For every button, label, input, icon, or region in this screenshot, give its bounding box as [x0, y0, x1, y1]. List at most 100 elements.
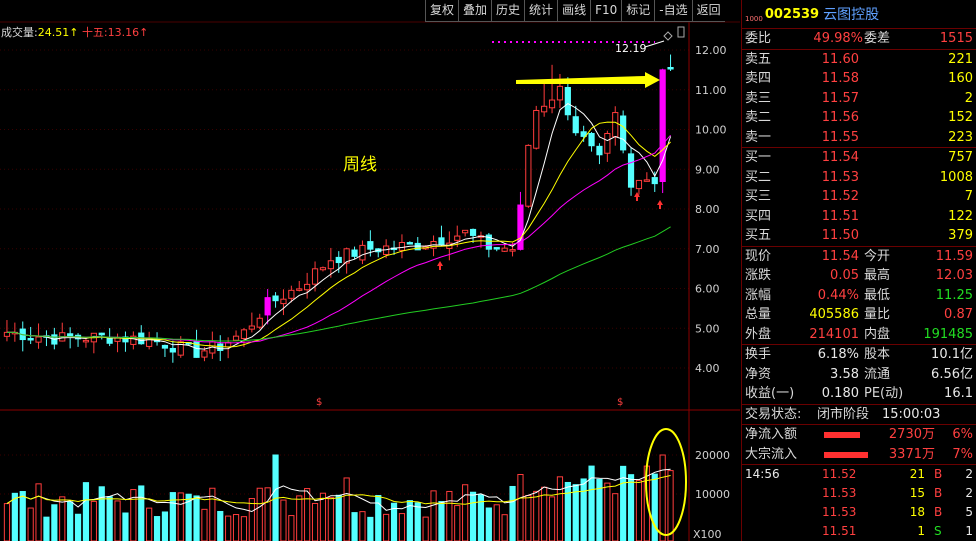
toolbar-diejia-button[interactable]: 叠加	[458, 0, 492, 22]
fundamental-value: 16.1	[944, 386, 973, 401]
sell-volume: 160	[948, 71, 973, 86]
volume-bar	[232, 514, 240, 541]
candle-body	[335, 256, 342, 264]
buy-order-row: 买三 11.52 7	[742, 187, 976, 207]
tick-price: 11.52	[822, 467, 857, 481]
toolbar-f10-button[interactable]: F10	[590, 0, 622, 22]
candle-body	[161, 344, 169, 349]
candle-body	[438, 237, 445, 246]
volume-bar	[106, 496, 113, 541]
flow-pct: 7%	[952, 446, 973, 462]
sell-price: 11.55	[821, 129, 859, 145]
tick-list[interactable]: 14:56 11.52 21 B 2 11.53 15 B 2 11.53 18 B 5 11.51 1 S 1	[742, 465, 976, 541]
tick-price: 11.53	[822, 486, 857, 500]
flow-value: 3371万	[888, 446, 935, 462]
sell-level-label: 卖一	[745, 129, 772, 145]
sell-volume: 221	[948, 51, 973, 67]
toolbar-tongji-button[interactable]: 统计	[524, 0, 558, 22]
volume-bar	[82, 482, 90, 541]
stat-value: 11.54	[821, 248, 859, 264]
price-axis-label: 4.00	[695, 362, 720, 375]
price-axis-label: 8.00	[695, 203, 720, 216]
up-arrow-icon: ↑	[69, 26, 79, 39]
volume-bar	[398, 513, 406, 541]
trade-status-label: 交易状态:	[745, 406, 802, 422]
candle-body	[169, 347, 176, 353]
toolbar: 复权 叠加 历史 统计 画线 F10 标记 -自选 返回	[425, 0, 725, 22]
candle-body	[509, 249, 516, 252]
volume-bar	[74, 513, 82, 541]
candle-body	[667, 67, 674, 70]
sell-level-label: 卖二	[745, 110, 772, 125]
volume-bar	[225, 515, 232, 541]
volume-bar	[161, 511, 169, 541]
stock-name[interactable]: 云图控股	[823, 4, 879, 24]
stat-value: 11.25	[935, 287, 973, 303]
volume-axis-label: 10000	[695, 488, 730, 501]
weekly-candlestick-chart[interactable]: 12.00 11.00 10.00 9.00 8.00 7.00 6.00 5.00 4.00 1…	[0, 0, 740, 541]
candle-body	[454, 235, 461, 241]
weibi-value: 49.98%	[813, 31, 863, 46]
fundamental-value: 6.56亿	[931, 366, 973, 382]
candle-body	[501, 247, 508, 252]
toolbar-zixuan-button[interactable]: -自选	[654, 0, 692, 22]
stat-value: 0.05	[830, 268, 859, 283]
kline-chart-area[interactable]: 12.00 11.00 10.00 9.00 8.00 7.00 6.00 5.00 4.00 1…	[0, 0, 740, 541]
candle-body	[525, 144, 532, 207]
flow-pct: 6%	[952, 427, 973, 442]
fundamental-value: 6.18%	[817, 347, 859, 362]
fundamental-label: 流通	[864, 366, 891, 382]
ma60-line	[7, 226, 671, 342]
tick-volume: 21	[909, 467, 925, 481]
buy-level-label: 买五	[745, 228, 772, 243]
volume-bar	[367, 516, 374, 541]
fundamental-row: 收益(一) 0.180 PE(动) 16.1	[742, 384, 976, 404]
volume-bar	[122, 512, 129, 541]
candle-body	[564, 87, 571, 116]
toolbar-huaxian-button[interactable]: 画线	[557, 0, 591, 22]
candle-body	[635, 179, 643, 190]
stat-value: 405586	[809, 307, 859, 322]
capital-flows: 净流入额 2730万 6% 大宗流入 3371万 7%	[742, 425, 976, 465]
volume-bar	[375, 494, 382, 541]
tick-side: B	[934, 505, 943, 519]
fundamental-label: PE(动)	[864, 386, 904, 401]
candle-body	[367, 241, 374, 250]
stat-value: 0.44%	[817, 287, 859, 303]
buy-signal-arrow-icon	[437, 261, 443, 270]
toolbar-fuquan-button[interactable]: 复权	[425, 0, 459, 22]
toolbar-fanhui-button[interactable]: 返回	[691, 0, 725, 22]
volume-bar	[564, 481, 571, 541]
volume-bar	[667, 470, 674, 541]
tick-side: S	[934, 524, 942, 538]
sell-level-label: 卖五	[745, 51, 772, 67]
volume-bar	[59, 496, 66, 541]
buy-price: 11.52	[821, 189, 859, 204]
volume-bar	[548, 496, 556, 541]
stock-code[interactable]: 002539	[765, 7, 819, 22]
flow-bar	[824, 451, 868, 458]
stock-title: 1000 002539 云图控股	[742, 0, 976, 29]
buy-level-label: 买四	[745, 208, 772, 224]
buy-order-row: 买五 11.50 379	[742, 226, 976, 246]
volume-bar	[454, 505, 461, 541]
fundamental-value: 3.58	[830, 366, 859, 382]
stat-label: 最高	[864, 268, 891, 283]
candle-body	[493, 247, 500, 250]
volume-bar	[635, 479, 643, 541]
stat-value: 214101	[809, 326, 859, 342]
volume-bar	[240, 516, 248, 541]
toolbar-lishi-button[interactable]: 历史	[491, 0, 525, 22]
tick-volume: 15	[909, 486, 925, 500]
tick-price: 11.53	[822, 505, 857, 519]
volume-bar	[383, 513, 390, 541]
buy-volume: 122	[948, 208, 973, 224]
volume-bar	[3, 503, 11, 541]
volume-bar	[114, 500, 121, 541]
toolbar-biaoji-button[interactable]: 标记	[621, 0, 655, 22]
candle-body	[541, 105, 548, 113]
candle-body	[406, 242, 413, 245]
buy-level-label: 买二	[745, 169, 772, 185]
volume-bar	[296, 495, 303, 541]
volume-bar	[659, 454, 666, 541]
